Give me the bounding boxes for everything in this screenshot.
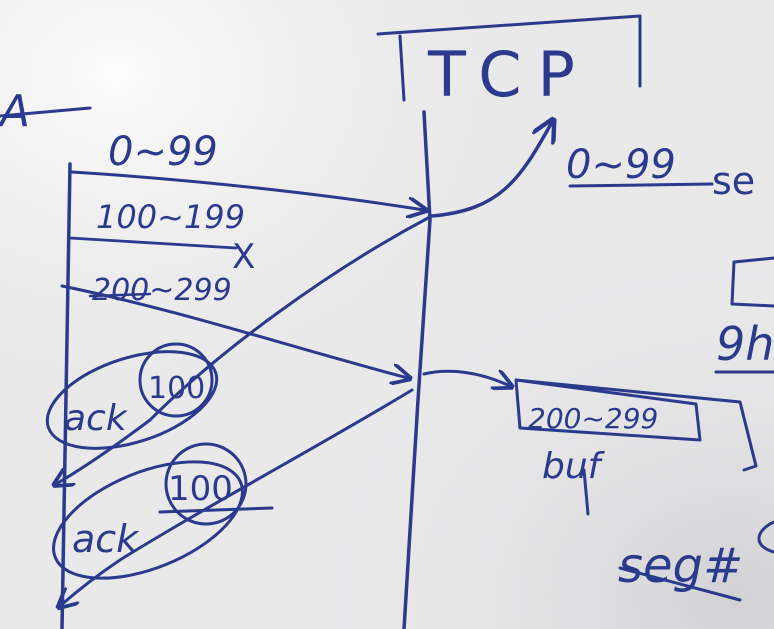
delivered-label: 0~99: [566, 142, 676, 188]
ack-2-value: 100: [168, 469, 233, 509]
title-text: TCP: [427, 38, 591, 111]
delivered-underline: [568, 182, 714, 188]
lost-mark: X: [232, 237, 255, 277]
header-left-text: A: [0, 86, 30, 137]
ack-1-label: ack: [64, 398, 129, 439]
segment-3-label: 200~299: [92, 273, 232, 308]
buffer-content: 200~299: [528, 402, 658, 435]
ack-2-label: ack: [72, 517, 140, 561]
whiteboard-photo: TCP A 0~99 0~99 se 100~199 X 200~299 200…: [0, 0, 774, 629]
right-partial-text: 9h: [716, 317, 774, 371]
segment-1-label: 0~99: [108, 129, 218, 175]
segment-2-label: 100~199: [96, 198, 245, 236]
delivered-suffix: se: [712, 159, 755, 203]
ack-1-value: 100: [148, 371, 205, 406]
buffer-label: buf: [542, 446, 606, 487]
